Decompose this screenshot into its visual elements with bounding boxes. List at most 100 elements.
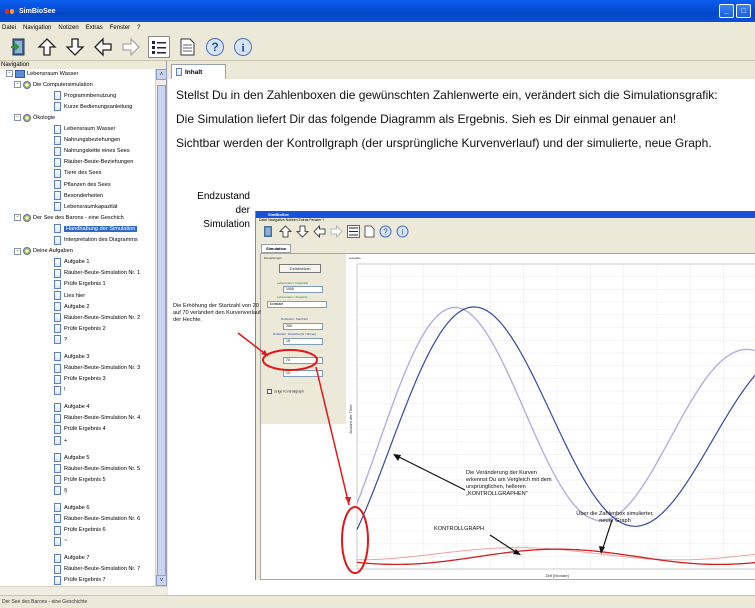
sidebar-item[interactable]: Prüfe Ergebnis 2: [54, 324, 106, 334]
menu-datei[interactable]: Datei: [2, 25, 16, 31]
sidebar-item[interactable]: Aufgabe 3: [54, 352, 90, 362]
sidebar-item[interactable]: - Ökologie: [14, 113, 55, 122]
sidebar-item[interactable]: +: [54, 436, 67, 445]
sidebar-item[interactable]: Lebensraumkapazität: [54, 202, 118, 212]
info-button[interactable]: i: [232, 36, 254, 58]
expand-toggle-icon[interactable]: -: [14, 81, 21, 89]
expand-toggle-icon[interactable]: -: [6, 70, 13, 77]
sidebar-item-label: Lies hier: [64, 292, 86, 299]
sidebar-item[interactable]: Kurze Bedienungsanleitung: [54, 102, 132, 112]
exit-door-button[interactable]: [8, 36, 30, 58]
sidebar-item[interactable]: Aufgabe 1: [54, 257, 90, 267]
sidebar-item-label: Räuber-Beute-Simulation Nr. 5: [64, 465, 141, 472]
sidebar-item-label: Handhabung der Simulation: [64, 225, 138, 232]
sidebar-item[interactable]: Räuber-Beute-Simulation Nr. 2: [54, 313, 141, 323]
expand-toggle-icon[interactable]: -: [14, 214, 21, 222]
sidebar-item[interactable]: Prüfe Ergebnis 6: [54, 525, 106, 535]
sidebar-item[interactable]: Programmbenutzung: [54, 91, 116, 101]
info-icon: i: [234, 37, 252, 56]
sidebar-item[interactable]: Aufgabe 5: [54, 453, 90, 462]
sidebar-item[interactable]: Räuber-Beute-Simulation Nr. 3: [54, 363, 140, 373]
sidebar-item[interactable]: Aufgabe 4: [54, 402, 90, 412]
sidebar-item-label: Besonderheiten: [64, 192, 104, 199]
help-button[interactable]: ?: [204, 36, 226, 58]
sidebar-item[interactable]: Nahrungskette eines Sees: [54, 146, 130, 156]
sidebar-hscrollbar[interactable]: [0, 586, 167, 595]
sidebar-item[interactable]: Handhabung der Simulation: [54, 224, 138, 234]
sidebar-item[interactable]: Nahrungsbeziehungen: [54, 135, 121, 145]
arrow-down-icon: [296, 225, 309, 238]
notes-button[interactable]: [176, 36, 198, 58]
sidebar-item[interactable]: Tiere des Sees: [54, 168, 101, 178]
document-icon: [180, 38, 195, 55]
sidebar-item[interactable]: ?: [54, 335, 67, 345]
sidebar-item[interactable]: - Deine Aufgaben: [14, 247, 73, 256]
status-bar: Der See des Barons - eine Geschichte: [0, 595, 755, 607]
growth-select: konstant: [267, 301, 327, 308]
sidebar-item-label: Räuber-Beute-Simulation Nr. 2: [64, 314, 141, 321]
folder-icon: [15, 69, 25, 78]
toc-button[interactable]: [148, 35, 170, 58]
document-icon: [54, 503, 61, 513]
menu-bar: Datei Navigation Notizen Extras Fenster …: [0, 22, 755, 33]
sidebar-item[interactable]: Prüfe Ergebnis 3: [54, 374, 106, 384]
sidebar-item[interactable]: Räuber-Beute-Simulation Nr. 6: [54, 514, 140, 524]
arrow-down-icon: [65, 37, 85, 56]
nav-up-button[interactable]: [36, 36, 58, 58]
navigation-sidebar: Navigation - Lebensraum Wasser - Die Comput…: [0, 61, 167, 595]
svg-text:?: ?: [383, 227, 388, 236]
sidebar-item-label: Nahrungsbeziehungen: [64, 137, 121, 144]
sidebar-item[interactable]: Pflanzen des Sees: [54, 180, 111, 189]
sidebar-item[interactable]: Lies hier: [54, 291, 85, 300]
control-checkbox: zeige Kontrollgraph: [267, 389, 304, 394]
sidebar-item[interactable]: Aufgabe 2: [54, 302, 90, 312]
sidebar-item[interactable]: - Lebensraum Wasser: [6, 69, 78, 78]
toolbar: ? i: [0, 33, 755, 61]
sidebar-item[interactable]: Räuber-Beute-Beziehungen: [54, 157, 133, 167]
nav-back-button[interactable]: [92, 36, 114, 58]
maximize-button[interactable]: □: [736, 4, 751, 18]
expand-toggle-icon[interactable]: -: [14, 114, 21, 122]
sidebar-item[interactable]: Besonderheiten: [54, 191, 104, 201]
sidebar-item[interactable]: Aufgabe 7: [54, 553, 90, 563]
scroll-thumb[interactable]: [157, 85, 166, 577]
sidebar-item[interactable]: Räuber-Beute-Simulation Nr. 1: [54, 268, 140, 278]
sidebar-item[interactable]: Prüfe Ergebnis 4: [54, 424, 106, 434]
scroll-down-button[interactable]: ˅: [156, 575, 167, 586]
document-icon: [54, 202, 61, 212]
menu-navigation[interactable]: Navigation: [23, 25, 51, 31]
sidebar-item[interactable]: - Die Computersimulation: [14, 80, 93, 89]
nav-down-button[interactable]: [64, 36, 86, 58]
document-icon: [54, 257, 61, 267]
sidebar-item[interactable]: ~: [54, 536, 67, 546]
document-icon: [54, 279, 61, 289]
sidebar-item[interactable]: Prüfe Ergebnis 5: [54, 475, 106, 485]
sidebar-item-label: Aufgabe 4: [64, 404, 90, 411]
sidebar-item[interactable]: Prüfe Ergebnis 7: [54, 575, 106, 585]
expand-toggle-icon[interactable]: -: [14, 247, 21, 255]
document-icon: [54, 374, 61, 384]
menu-fenster[interactable]: Fenster: [110, 25, 130, 31]
sidebar-item[interactable]: Prüfe Ergebnis 1: [54, 279, 106, 289]
sidebar-item[interactable]: Lebensraum Wasser: [54, 124, 115, 134]
sidebar-item[interactable]: Räuber-Beute-Simulation Nr. 7: [54, 564, 140, 574]
scroll-up-button[interactable]: ˄: [156, 69, 167, 80]
sidebar-item[interactable]: §: [54, 486, 67, 496]
sidebar-item[interactable]: Räuber-Beute-Simulation Nr. 4: [54, 413, 140, 423]
document-icon: [54, 514, 61, 524]
sidebar-item[interactable]: Räuber-Beute-Simulation Nr. 5: [54, 464, 141, 474]
nav-forward-button[interactable]: [120, 36, 142, 58]
sidebar-item[interactable]: Interpretation des Diagramms: [54, 235, 138, 245]
sidebar-scrollbar[interactable]: ˄ ˅: [155, 69, 167, 586]
menu-help[interactable]: ?: [137, 25, 140, 31]
sidebar-item[interactable]: - Der See des Barons - eine Geschich: [14, 213, 124, 222]
document-icon: [54, 324, 61, 334]
document-icon: [54, 575, 61, 585]
tab-inhalt[interactable]: Inhalt: [171, 64, 226, 79]
sidebar-item[interactable]: !: [54, 385, 66, 395]
menu-extras[interactable]: Extras: [86, 25, 103, 31]
document-icon: [54, 525, 61, 535]
sidebar-item[interactable]: Aufgabe 6: [54, 503, 90, 513]
menu-notizen[interactable]: Notizen: [58, 25, 78, 31]
minimize-button[interactable]: _: [719, 4, 734, 18]
